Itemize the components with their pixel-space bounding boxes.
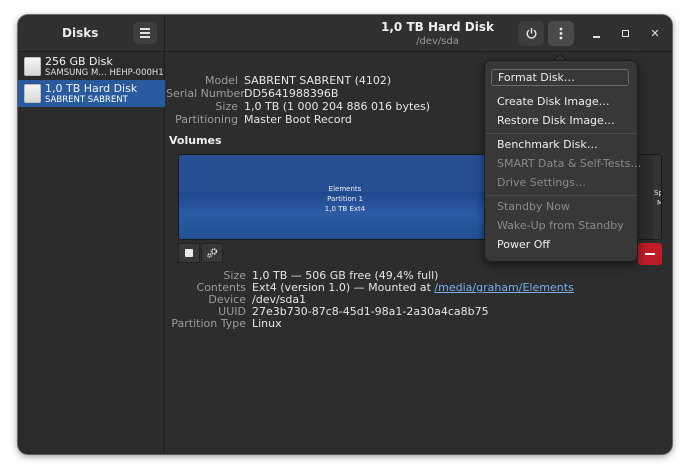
menu-item-format-disk[interactable]: Format Disk… bbox=[491, 69, 629, 86]
close-button[interactable]: ✕ bbox=[647, 26, 663, 42]
partitioning-row: Partitioning Master Boot Record bbox=[175, 113, 352, 126]
menu-item-power-off[interactable]: Power Off bbox=[497, 238, 550, 251]
maximize-button[interactable] bbox=[618, 26, 634, 42]
menu-item-standby-now: Standby Now bbox=[497, 200, 570, 213]
kebab-menu-icon bbox=[559, 27, 563, 40]
drive-menu-button[interactable] bbox=[548, 21, 574, 46]
menu-item-drive-settings: Drive Settings… bbox=[497, 176, 586, 189]
model-value: SABRENT SABRENT (4102) bbox=[244, 74, 392, 87]
partition-desc: 1,0 TB Ext4 bbox=[324, 205, 366, 213]
size-row: Size 1,0 TB (1 000 204 886 016 bytes) bbox=[215, 100, 431, 113]
menu-item-smart-data: SMART Data & Self-Tests… bbox=[497, 157, 642, 170]
hard-disk-icon bbox=[24, 84, 41, 103]
power-off-button[interactable] bbox=[518, 21, 544, 46]
sidebar-item-1tb-hard-disk[interactable]: 1,0 TB Hard Disk SABRENT SABRENT bbox=[18, 80, 165, 107]
power-icon bbox=[526, 28, 536, 39]
partition-options-button[interactable] bbox=[201, 243, 223, 263]
free-space-label: Space bbox=[654, 189, 661, 197]
size-value: 1,0 TB (1 000 204 886 016 bytes) bbox=[244, 100, 431, 113]
menu-separator bbox=[485, 195, 637, 196]
volumes-heading: Volumes bbox=[169, 134, 222, 147]
free-space-size: MB bbox=[657, 199, 661, 207]
disk-model: SAMSUNG M… HEHP-000H1 bbox=[45, 68, 164, 78]
free-space-partition[interactable] bbox=[653, 155, 661, 239]
unmount-button[interactable] bbox=[178, 243, 200, 263]
close-icon: ✕ bbox=[650, 27, 660, 40]
partition-type-row: Partition Type Linux bbox=[171, 317, 282, 330]
minimize-button[interactable] bbox=[589, 26, 605, 42]
partition-elements[interactable]: Elements Partition 1 1,0 TB Ext4 bbox=[179, 155, 511, 239]
drive-options-menu: Format Disk… Create Disk Image… Restore … bbox=[484, 60, 642, 262]
disk-name: 1,0 TB Hard Disk bbox=[45, 82, 138, 95]
menu-item-restore-disk-image[interactable]: Restore Disk Image… bbox=[497, 114, 615, 127]
serial-row: Serial Number DD5641988396B bbox=[166, 87, 339, 100]
uuid-value: 27e3b730-87c8-45d1-98a1-2a30a4ca8b75 bbox=[252, 305, 489, 318]
partition-name: Elements bbox=[328, 185, 362, 193]
header-bar: 1,0 TB Hard Disk /dev/sda ✕ bbox=[165, 15, 672, 52]
hamburger-menu-button[interactable] bbox=[133, 22, 157, 44]
sidebar-header: Disks bbox=[18, 15, 165, 52]
stop-icon bbox=[185, 249, 193, 257]
menu-item-wake-up: Wake-Up from Standby bbox=[497, 219, 624, 232]
delete-partition-button[interactable] bbox=[638, 243, 662, 265]
gears-icon bbox=[206, 248, 217, 258]
disk-model: SABRENT SABRENT bbox=[45, 95, 128, 105]
sidebar-item-256gb-disk[interactable]: 256 GB Disk SAMSUNG M… HEHP-000H1 bbox=[18, 53, 165, 80]
hard-disk-icon bbox=[24, 57, 41, 76]
mount-point-link[interactable]: /media/graham/Elements bbox=[434, 281, 573, 294]
partition-type-value: Linux bbox=[252, 317, 282, 330]
maximize-icon bbox=[622, 30, 629, 37]
menu-separator bbox=[485, 133, 637, 134]
sidebar: 256 GB Disk SAMSUNG M… HEHP-000H1 1,0 TB… bbox=[18, 52, 165, 454]
minus-icon bbox=[645, 253, 655, 255]
menu-item-create-disk-image[interactable]: Create Disk Image… bbox=[497, 95, 610, 108]
disks-window: Disks 1,0 TB Hard Disk /dev/sda ✕ 256 GB… bbox=[18, 15, 672, 454]
model-row: Model SABRENT SABRENT (4102) bbox=[204, 74, 392, 87]
serial-value: DD5641988396B bbox=[244, 87, 339, 100]
partition-number: Partition 1 bbox=[327, 195, 363, 203]
minimize-icon bbox=[593, 36, 600, 38]
disk-name: 256 GB Disk bbox=[45, 55, 113, 68]
app-title: Disks bbox=[62, 26, 99, 40]
menu-item-benchmark-disk[interactable]: Benchmark Disk… bbox=[497, 138, 598, 151]
partitioning-value: Master Boot Record bbox=[244, 113, 352, 126]
